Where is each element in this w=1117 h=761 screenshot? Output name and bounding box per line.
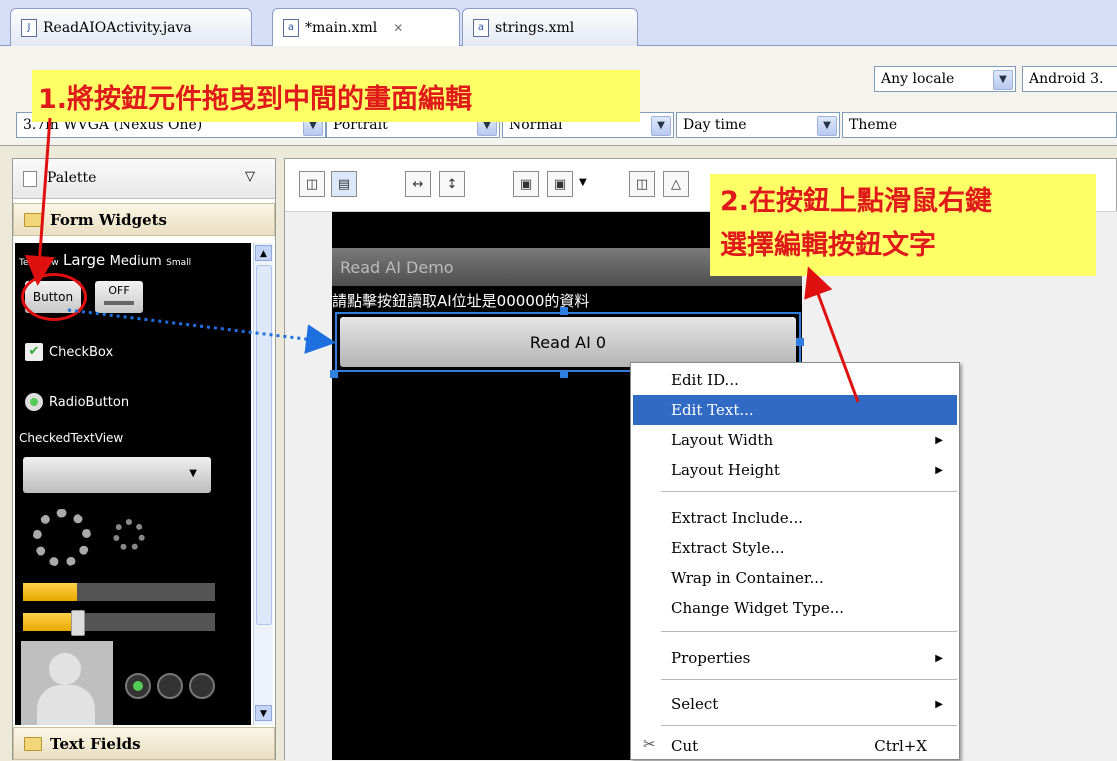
annotation-arrows — [24, 117, 860, 403]
step-2-arrow — [804, 266, 860, 403]
drag-arrow — [67, 308, 336, 354]
step-1-arrow — [24, 117, 55, 286]
